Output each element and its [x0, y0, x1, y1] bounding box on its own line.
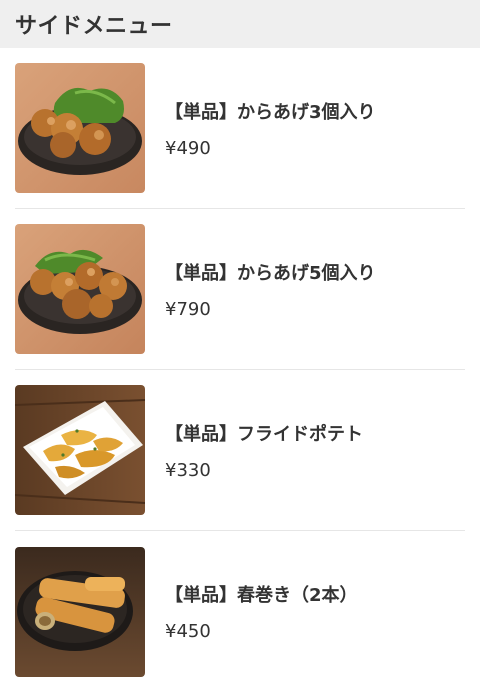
item-name: 【単品】からあげ3個入り — [165, 101, 376, 123]
menu-item-spring-roll[interactable]: 【単品】春巻き（2本） ¥450 — [15, 531, 465, 692]
item-info: 【単品】春巻き（2本） ¥450 — [165, 581, 358, 642]
item-price: ¥490 — [165, 137, 211, 159]
karaage-5-photo — [15, 224, 145, 354]
item-info: 【単品】からあげ5個入り ¥790 — [165, 259, 376, 320]
item-price: ¥450 — [165, 621, 211, 642]
menu-item-karaage-5[interactable]: 【単品】からあげ5個入り ¥790 — [15, 209, 465, 370]
item-info: 【単品】からあげ3個入り ¥490 — [165, 98, 376, 159]
item-info: 【単品】フライドポテト ¥330 — [165, 420, 363, 481]
section-header: サイドメニュー — [0, 0, 480, 48]
section-title: サイドメニュー — [15, 14, 173, 39]
item-price: ¥790 — [165, 298, 211, 320]
item-name: 【単品】春巻き（2本） — [165, 585, 358, 606]
fried-potato-photo — [15, 385, 145, 515]
menu-list: 【単品】からあげ3個入り ¥490 【単品】からあげ5個入り ¥790 【単品】… — [0, 48, 480, 692]
item-price: ¥330 — [165, 459, 211, 481]
karaage-3-photo — [15, 63, 145, 193]
item-name: 【単品】フライドポテト — [165, 423, 363, 445]
spring-roll-photo — [15, 546, 145, 677]
menu-item-karaage-3[interactable]: 【単品】からあげ3個入り ¥490 — [15, 48, 465, 209]
menu-item-fried-potato[interactable]: 【単品】フライドポテト ¥330 — [15, 370, 465, 531]
item-name: 【単品】からあげ5個入り — [165, 262, 376, 284]
